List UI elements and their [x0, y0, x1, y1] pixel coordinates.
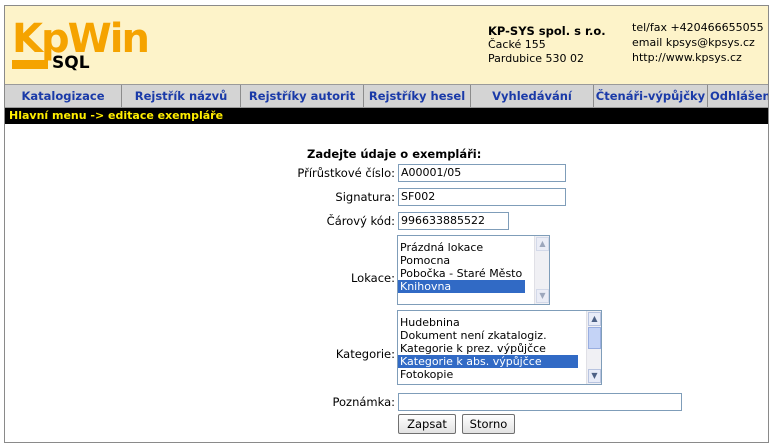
location-listbox[interactable]: Prázdná lokace Pomocna Pobočka - Staré M…	[397, 235, 550, 305]
note-input[interactable]	[398, 393, 682, 411]
category-option-selected[interactable]: Kategorie k abs. výpůjčce	[398, 355, 578, 368]
category-scrollbar[interactable]: ▲ ▼	[586, 311, 601, 384]
cancel-button[interactable]: Storno	[462, 414, 515, 434]
company-contact: tel/fax +420466655055 email kpsys@kpsys.…	[632, 20, 764, 65]
location-option[interactable]: Pobočka - Staré Město	[398, 267, 525, 280]
category-option[interactable]: Dokument není zkatalogiz.	[398, 329, 601, 342]
logo-text-bottom: SQL	[52, 53, 90, 73]
location-label: Lokace:	[350, 271, 395, 285]
category-listbox[interactable]: Hudebnina Dokument není zkatalogiz. Kate…	[397, 310, 602, 385]
page-frame: KpWin SQL KP-SYS spol. s r.o. Čacké 155 …	[4, 5, 769, 443]
nav-ctenari-vypujcky[interactable]: Čtenáři-výpůjčky	[594, 85, 708, 107]
nav-rejstriky-hesel[interactable]: Rejstříky hesel	[364, 85, 471, 107]
scroll-down-icon[interactable]: ▼	[588, 369, 601, 383]
accession-number-input[interactable]: A00001/05	[398, 164, 566, 182]
scroll-up-icon[interactable]: ▲	[588, 312, 601, 326]
company-name: KP-SYS spol. s r.o.	[488, 24, 606, 38]
signature-input[interactable]: SF002	[398, 188, 566, 206]
note-label: Poznámka:	[332, 395, 395, 409]
kpwin-sql-logo: KpWin SQL	[12, 19, 150, 74]
signature-label: Signatura:	[335, 190, 395, 204]
company-street: Čacké 155	[488, 38, 546, 51]
contact-web: http://www.kpsys.cz	[632, 51, 742, 64]
submit-button[interactable]: Zapsat	[398, 414, 456, 434]
barcode-label: Čárový kód:	[326, 214, 395, 228]
nav-odhlaseni[interactable]: Odhlášení	[708, 85, 768, 107]
scroll-down-icon[interactable]: ▼	[536, 289, 549, 303]
company-city: Pardubice 530 02	[488, 52, 585, 65]
logo-bar	[12, 60, 48, 69]
category-option[interactable]: Kategorie k prez. výpůjčce	[398, 342, 601, 355]
location-option[interactable]: Prázdná lokace	[398, 241, 549, 254]
scroll-up-icon[interactable]: ▲	[536, 237, 549, 251]
category-label: Kategorie:	[335, 347, 395, 361]
category-option[interactable]: Hudebnina	[398, 316, 601, 329]
nav-vyhledavani[interactable]: Vyhledávání	[471, 85, 594, 107]
scroll-thumb[interactable]	[588, 327, 601, 349]
contact-email: email kpsys@kpsys.cz	[632, 36, 755, 49]
contact-phone: tel/fax +420466655055	[632, 21, 764, 34]
company-address: KP-SYS spol. s r.o. Čacké 155 Pardubice …	[488, 24, 606, 66]
nav-katalogizace[interactable]: Katalogizace	[5, 85, 122, 107]
nav-rejstrik-nazvu[interactable]: Rejstřík názvů	[122, 85, 241, 107]
barcode-input[interactable]: 996633885522	[398, 212, 509, 230]
category-option[interactable]: Fotokopie	[398, 368, 601, 381]
form-title: Zadejte údaje o exempláři:	[307, 147, 482, 161]
nav-rejstriky-autorit[interactable]: Rejstříky autorit	[241, 85, 364, 107]
location-option-selected[interactable]: Knihovna	[398, 280, 525, 293]
accession-label: Přírůstkové číslo:	[297, 166, 395, 180]
breadcrumb: Hlavní menu -> editace exempláře	[5, 108, 768, 124]
location-option[interactable]: Pomocna	[398, 254, 549, 267]
location-scrollbar[interactable]: ▲ ▼	[534, 236, 549, 304]
header: KpWin SQL KP-SYS spol. s r.o. Čacké 155 …	[5, 6, 768, 84]
main-nav: Katalogizace Rejstřík názvů Rejstříky au…	[5, 84, 768, 108]
